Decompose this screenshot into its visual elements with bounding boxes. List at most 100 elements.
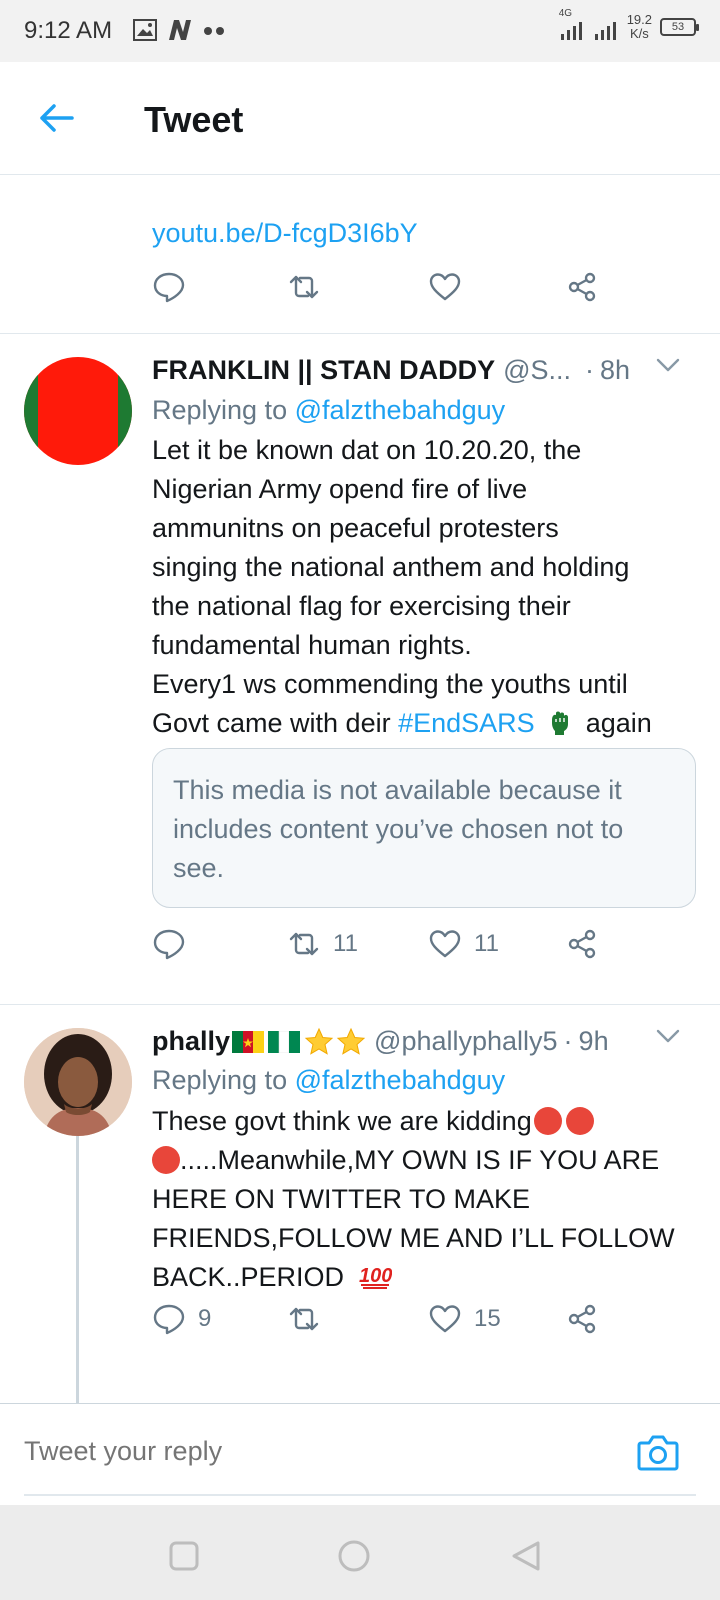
svg-text:100: 100 (359, 1265, 392, 1287)
circle-icon[interactable] (336, 1538, 372, 1574)
triangle-back-icon[interactable] (508, 1538, 544, 1574)
angry-face-emoji-icon (533, 1107, 562, 1135)
display-name[interactable]: FRANKLIN || STAN DADDY (152, 355, 495, 386)
avatar-flag-image (24, 357, 132, 465)
body-text: These govt think we are kidding (152, 1106, 532, 1136)
body-text: BACK..PERIOD (152, 1262, 345, 1292)
replying-to-handle[interactable]: @falzthebahdguy (295, 395, 506, 425)
signal-bars-2-icon (594, 22, 616, 40)
share-button[interactable] (566, 1302, 600, 1336)
cameroon-flag-icon (232, 1030, 265, 1053)
tweet-link[interactable]: youtu.be/D-fcgD3I6bY (152, 218, 418, 249)
speech-bubble-icon (153, 1304, 185, 1335)
angry-face-emoji-icon (152, 1146, 180, 1174)
tweet-actions: 9 15 (152, 1302, 672, 1342)
retweet-button[interactable] (287, 270, 321, 304)
tweet-time: 8h (600, 355, 631, 385)
share-button[interactable] (566, 927, 600, 961)
reply-divider (24, 1494, 696, 1496)
gallery-icon (133, 19, 157, 41)
star-icon (336, 1027, 366, 1055)
reply-composer (0, 1405, 720, 1501)
body-line: These govt think we are kidding (152, 1102, 697, 1141)
back-button[interactable] (36, 98, 76, 138)
like-count: 11 (474, 930, 499, 957)
tweet-fragment: youtu.be/D-fcgD3I6bY (0, 176, 720, 334)
tweet-header: FRANKLIN || STAN DADDY @S... · 8h (152, 355, 630, 386)
display-name[interactable]: phally (152, 1026, 230, 1057)
body-text: .....Meanwhile,MY OWN IS IF YOU ARE (180, 1145, 660, 1175)
top-app-bar: Tweet (0, 62, 720, 175)
body-line: fundamental human rights. (152, 630, 472, 660)
like-button[interactable]: 15 (428, 1302, 501, 1336)
avatar[interactable] (24, 1028, 132, 1136)
notification-icons (132, 18, 226, 42)
more-notifications-icon (204, 27, 224, 35)
body-text: Govt came with deir (152, 708, 391, 738)
retweet-icon (289, 1307, 319, 1331)
retweet-button[interactable] (287, 1302, 321, 1336)
body-line: HERE ON TWITTER TO MAKE (152, 1184, 531, 1214)
hashtag-link[interactable]: #EndSARS (398, 708, 535, 738)
reply-count: 9 (198, 1305, 212, 1332)
retweet-button[interactable]: 11 (287, 927, 358, 961)
retweet-icon (289, 932, 319, 956)
body-line: ammunitns on peaceful protesters (152, 513, 559, 543)
replying-to-handle[interactable]: @falzthebahdguy (295, 1065, 506, 1095)
body-text: again (585, 708, 652, 738)
replying-to-label: Replying to (152, 395, 288, 425)
replying-to: Replying to @falzthebahdguy (152, 395, 505, 426)
separator-dot: · (563, 1026, 573, 1056)
tweet-actions: 11 11 (152, 927, 672, 967)
separator-dot: · (585, 355, 595, 385)
signal-bars-icon (560, 22, 582, 40)
replying-to: Replying to @falzthebahdguy (152, 1065, 505, 1096)
body-line-hashtag: Govt came with deir #EndSARS again (152, 704, 697, 743)
media-unavailable-notice: This media is not available because it i… (152, 748, 696, 908)
avatar[interactable] (24, 357, 132, 465)
raised-fist-emoji-icon (552, 711, 569, 735)
camera-icon[interactable] (636, 1433, 680, 1473)
net-speed-value: 19.2 (626, 12, 652, 27)
body-line: Every1 ws commending the youths until (152, 669, 628, 699)
reply-button[interactable]: 9 (152, 1302, 211, 1336)
battery-indicator: 53 (660, 18, 699, 36)
reply-input[interactable] (24, 1431, 624, 1471)
like-button[interactable]: 11 (428, 927, 499, 961)
heart-icon (429, 930, 461, 958)
body-line: BACK..PERIOD 100 (152, 1258, 697, 1297)
user-handle[interactable]: @S... (503, 355, 571, 386)
body-line: Let it be known dat on 10.20.20, the (152, 435, 582, 465)
speech-bubble-icon (153, 929, 185, 960)
body-line: FRIENDS,FOLLOW ME AND I’LL FOLLOW (152, 1223, 675, 1253)
tweet-actions (152, 270, 672, 310)
nigeria-flag-icon (268, 1030, 301, 1053)
share-button[interactable] (566, 270, 600, 304)
chevron-down-icon[interactable] (654, 351, 682, 379)
net-speed: 19.2 K/s (627, 13, 652, 41)
body-line: singing the national anthem and holding (152, 552, 630, 582)
chevron-down-icon[interactable] (654, 1022, 682, 1050)
avatar-photo-image (24, 1028, 132, 1136)
status-time: 9:12 AM (24, 17, 113, 44)
like-count: 15 (474, 1305, 501, 1332)
reply-button[interactable] (152, 270, 186, 304)
reply-tweet[interactable]: phally @phallyphally5 · 9h Replying to @… (0, 1006, 720, 1404)
reply-button[interactable] (152, 927, 186, 961)
status-bar: 9:12 AM 4G 19.2 K/s 53 (0, 0, 720, 62)
like-button[interactable] (428, 270, 462, 304)
body-line: the national flag for exercising their (152, 591, 571, 621)
thread-line (76, 1134, 79, 1404)
retweet-icon (289, 275, 319, 299)
user-handle[interactable]: @phallyphally5 (374, 1026, 558, 1057)
square-icon[interactable] (166, 1538, 202, 1574)
app-n-icon (169, 20, 191, 40)
hundred-points-emoji-icon: 100 (359, 1265, 392, 1289)
arrow-left-icon (40, 104, 74, 132)
signal-4g: 4G (559, 8, 585, 42)
heart-icon (429, 1305, 461, 1333)
reply-tweet[interactable]: FRANKLIN || STAN DADDY @S... · 8h Replyi… (0, 335, 720, 1005)
speech-bubble-icon (153, 272, 185, 303)
page-title: Tweet (144, 99, 244, 140)
body-line: Nigerian Army opend fire of live (152, 474, 528, 504)
